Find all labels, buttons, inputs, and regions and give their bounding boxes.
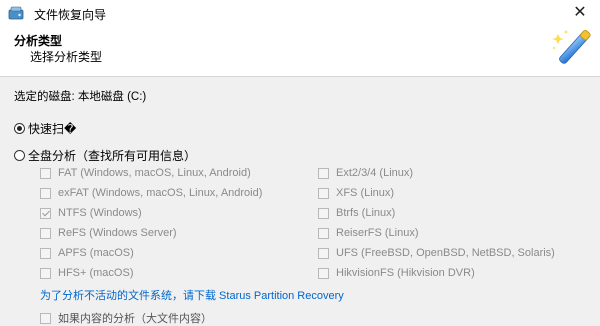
fs-btrfs[interactable]: Btrfs (Linux) [318,207,395,219]
fs-ufs-label: UFS (FreeBSD, OpenBSD, NetBSD, Solaris) [336,247,555,259]
fs-fat[interactable]: FAT (Windows, macOS, Linux, Android) [40,167,251,179]
app-icon [8,6,24,20]
fs-ext-checkbox[interactable] [318,167,329,179]
fs-reiserfs-checkbox[interactable] [318,227,329,239]
title-bar: 文件恢复向导 ✕ [0,0,600,26]
fs-ext-label: Ext2/3/4 (Linux) [336,167,414,179]
magic-wand-icon [552,29,591,64]
fs-xfs-label: XFS (Linux) [336,187,395,199]
quick-scan-label: 快速扫� [28,122,77,136]
fs-xfs-checkbox[interactable] [318,187,329,199]
fs-xfs[interactable]: XFS (Linux) [318,187,394,199]
page-title: 分析类型 [14,34,63,48]
fs-hikvisionfs[interactable]: HikvisionFS (Hikvision DVR) [318,267,475,279]
partition-recovery-download-link[interactable]: 为了分析不活动的文件系统，请下载 Starus Partition Recove… [40,287,344,303]
content-analysis-label: 如果内容的分析（大文件内容） [58,313,212,325]
full-analysis-option[interactable]: 全盘分析（查找所有可用信息） [14,147,196,164]
fs-exfat[interactable]: exFAT (Windows, macOS, Linux, Android) [40,187,262,199]
fs-exfat-checkbox[interactable] [40,187,51,199]
fs-refs[interactable]: ReFS (Windows Server) [40,227,177,239]
fs-fat-checkbox[interactable] [40,167,51,179]
fs-hfsplus-label: HFS+ (macOS) [58,267,134,279]
fs-ntfs-checkbox[interactable] [40,207,51,219]
fs-reiserfs-label: ReiserFS (Linux) [336,227,419,239]
full-analysis-label: 全盘分析（查找所有可用信息） [28,149,197,163]
content-analysis-option[interactable]: 如果内容的分析（大文件内容） [40,310,212,326]
fs-hikvisionfs-label: HikvisionFS (Hikvision DVR) [336,267,475,279]
fs-ext[interactable]: Ext2/3/4 (Linux) [318,167,413,179]
wizard-header: 分析类型 选择分析类型 [0,26,600,77]
close-button[interactable]: ✕ [560,0,600,26]
radio-button-checked[interactable] [14,123,25,134]
fs-ufs-checkbox[interactable] [318,247,329,259]
fs-ntfs[interactable]: NTFS (Windows) [40,207,142,219]
close-icon: ✕ [573,4,587,21]
content-analysis-checkbox[interactable] [40,312,51,324]
fs-btrfs-label: Btrfs (Linux) [336,207,396,219]
fs-fat-label: FAT (Windows, macOS, Linux, Android) [58,167,251,179]
fs-refs-label: ReFS (Windows Server) [58,227,177,239]
fs-hfsplus[interactable]: HFS+ (macOS) [40,267,133,279]
page-subtitle: 选择分析类型 [30,50,103,64]
quick-scan-option[interactable]: 快速扫� [14,120,76,137]
fs-hfsplus-checkbox[interactable] [40,267,51,279]
fs-exfat-label: exFAT (Windows, macOS, Linux, Android) [58,187,263,199]
window-title: 文件恢复向导 [34,8,107,22]
fs-btrfs-checkbox[interactable] [318,207,329,219]
fs-apfs-checkbox[interactable] [40,247,51,259]
fs-apfs-label: APFS (macOS) [58,247,134,259]
fs-ufs[interactable]: UFS (FreeBSD, OpenBSD, NetBSD, Solaris) [318,247,555,259]
fs-apfs[interactable]: APFS (macOS) [40,247,134,259]
fs-ntfs-label: NTFS (Windows) [58,207,142,219]
selected-disk-label: 选定的磁盘: 本地磁盘 (C:) [14,91,147,103]
fs-refs-checkbox[interactable] [40,227,51,239]
fs-hikvisionfs-checkbox[interactable] [318,267,329,279]
fs-reiserfs[interactable]: ReiserFS (Linux) [318,227,419,239]
radio-button[interactable] [14,150,25,161]
